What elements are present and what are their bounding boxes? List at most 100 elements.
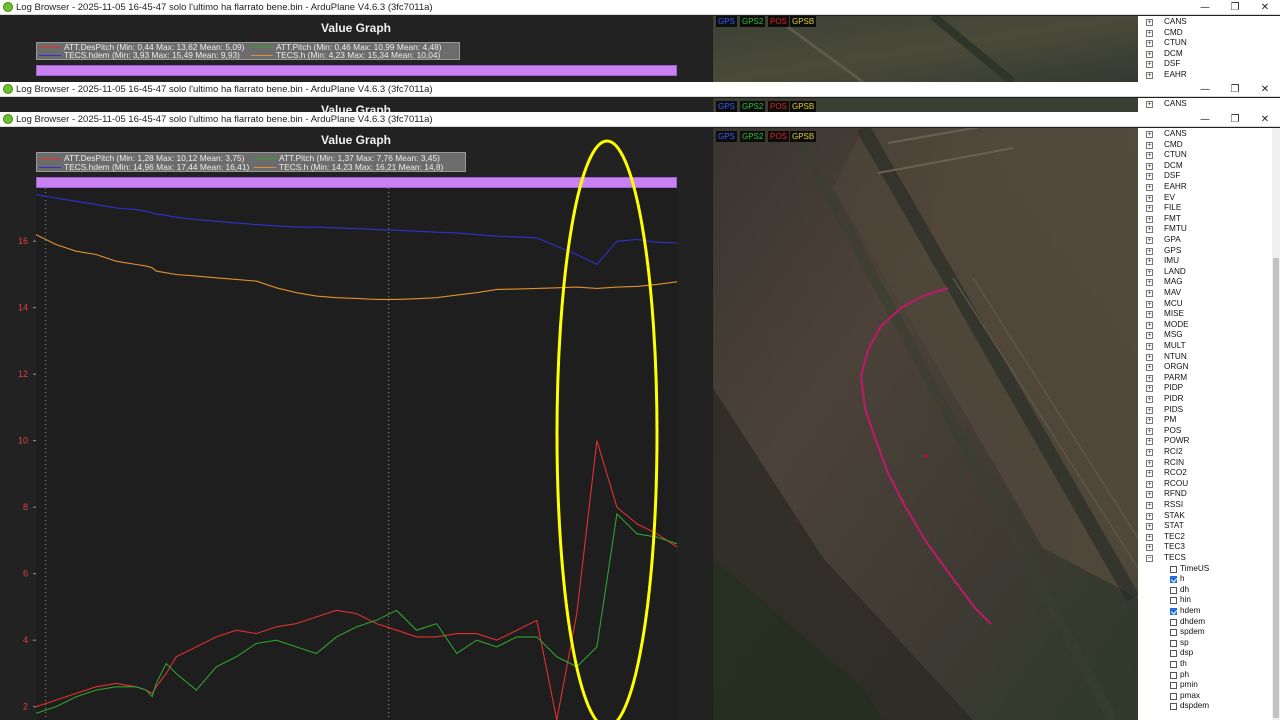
- zoom-range-bar[interactable]: [36, 177, 677, 188]
- field-checkbox[interactable]: [1170, 576, 1177, 584]
- close-button[interactable]: ✕: [1250, 82, 1280, 97]
- field-checkbox[interactable]: [1170, 639, 1177, 647]
- expand-icon[interactable]: +: [1146, 523, 1153, 531]
- field-checkbox[interactable]: [1170, 586, 1177, 594]
- expand-icon[interactable]: +: [1146, 205, 1153, 213]
- zoom-range-bar[interactable]: [36, 65, 677, 76]
- field-checkbox[interactable]: [1170, 692, 1177, 700]
- expand-icon[interactable]: +: [1146, 470, 1153, 478]
- pos-tag[interactable]: POS: [768, 101, 789, 112]
- expand-icon[interactable]: +: [1146, 438, 1153, 446]
- expand-icon[interactable]: +: [1146, 533, 1153, 541]
- expand-icon[interactable]: +: [1146, 332, 1153, 340]
- expand-icon[interactable]: +: [1146, 321, 1153, 329]
- expand-icon[interactable]: +: [1146, 396, 1153, 403]
- maximize-button[interactable]: ❐: [1220, 0, 1250, 15]
- expand-icon[interactable]: +: [1146, 184, 1153, 191]
- gpsb-tag[interactable]: GPSB: [790, 16, 817, 27]
- gps2-tag[interactable]: GPS2: [740, 101, 766, 112]
- expand-icon[interactable]: +: [1146, 491, 1153, 499]
- expand-icon[interactable]: +: [1146, 480, 1153, 488]
- map-view-middle[interactable]: GPS GPS2 POS GPSB: [713, 98, 1138, 112]
- expand-icon[interactable]: +: [1146, 300, 1153, 308]
- minimize-button[interactable]: —: [1190, 82, 1220, 97]
- minimize-button[interactable]: —: [1190, 0, 1220, 15]
- expand-icon[interactable]: +: [1146, 417, 1153, 425]
- gps2-tag[interactable]: GPS2: [740, 131, 766, 142]
- expand-icon[interactable]: +: [1146, 406, 1153, 414]
- expand-icon[interactable]: +: [1146, 194, 1153, 202]
- expand-icon[interactable]: +: [1146, 268, 1153, 276]
- expand-icon[interactable]: +: [1146, 61, 1153, 69]
- window-titlebar-middle[interactable]: Log Browser - 2025-11-05 16-45-47 solo l…: [0, 82, 1280, 97]
- map-view-top[interactable]: GPS GPS2 POS GPSB: [713, 16, 1138, 82]
- expand-icon[interactable]: +: [1146, 29, 1153, 37]
- value-graph-middle[interactable]: Value Graph: [0, 98, 712, 112]
- expand-icon[interactable]: +: [1146, 279, 1153, 287]
- close-button[interactable]: ✕: [1250, 112, 1280, 127]
- gps-tag[interactable]: GPS: [716, 101, 737, 112]
- minimize-button[interactable]: —: [1190, 112, 1220, 127]
- expand-icon[interactable]: +: [1146, 258, 1153, 266]
- expand-icon[interactable]: −: [1146, 555, 1153, 562]
- pos-tag[interactable]: POS: [768, 16, 789, 27]
- expand-icon[interactable]: +: [1146, 343, 1153, 350]
- gps-tag[interactable]: GPS: [716, 131, 737, 142]
- maximize-button[interactable]: ❐: [1220, 82, 1250, 97]
- field-checkbox[interactable]: [1170, 661, 1177, 668]
- gps-tag[interactable]: GPS: [716, 16, 737, 27]
- close-button[interactable]: ✕: [1250, 0, 1280, 15]
- expand-icon[interactable]: +: [1146, 311, 1153, 319]
- field-checkbox[interactable]: [1170, 671, 1177, 679]
- expand-icon[interactable]: +: [1146, 72, 1153, 79]
- expand-icon[interactable]: +: [1146, 152, 1153, 160]
- expand-icon[interactable]: +: [1146, 290, 1153, 297]
- window-titlebar-main[interactable]: Log Browser - 2025-11-05 16-45-47 solo l…: [0, 112, 1280, 127]
- maximize-button[interactable]: ❐: [1220, 112, 1250, 127]
- expand-icon[interactable]: +: [1146, 353, 1153, 361]
- message-tree-top[interactable]: + CANS + CMD + CTUN + DCM + DSF + EAHR: [1138, 16, 1280, 82]
- expand-icon[interactable]: +: [1146, 173, 1153, 181]
- expand-icon[interactable]: +: [1146, 385, 1153, 393]
- line-chart[interactable]: 16 14 12 10 8 6 4 2: [0, 188, 712, 720]
- expand-icon[interactable]: +: [1146, 40, 1153, 48]
- value-graph-top[interactable]: Value Graph ATT.DesPitch (Min: 0,44 Max:…: [0, 16, 712, 82]
- message-tree-main[interactable]: + CANS + CMD + CTUN + DCM + DSF + EAHR + EV + FILE + FMT +…: [1138, 128, 1280, 720]
- gps2-tag[interactable]: GPS2: [740, 16, 766, 27]
- pos-tag[interactable]: POS: [768, 131, 789, 142]
- expand-icon[interactable]: +: [1146, 364, 1153, 372]
- message-tree-middle[interactable]: + CANS: [1138, 98, 1280, 112]
- expand-icon[interactable]: +: [1146, 131, 1153, 138]
- expand-icon[interactable]: +: [1146, 427, 1153, 435]
- expand-icon[interactable]: +: [1146, 502, 1153, 509]
- expand-icon[interactable]: +: [1146, 544, 1153, 552]
- map-view-main[interactable]: GPS GPS2 POS GPSB: [713, 128, 1138, 720]
- expand-icon[interactable]: +: [1146, 247, 1153, 255]
- scrollbar-thumb[interactable]: [1273, 258, 1279, 718]
- field-checkbox[interactable]: [1170, 597, 1177, 605]
- field-checkbox[interactable]: [1170, 565, 1177, 573]
- expand-icon[interactable]: +: [1146, 50, 1153, 58]
- expand-icon[interactable]: +: [1146, 459, 1153, 467]
- window-titlebar-top[interactable]: Log Browser - 2025-11-05 16-45-47 solo l…: [0, 0, 1280, 15]
- expand-icon[interactable]: +: [1146, 19, 1153, 26]
- gpsb-tag[interactable]: GPSB: [790, 131, 817, 142]
- expand-icon[interactable]: +: [1146, 162, 1153, 170]
- field-checkbox[interactable]: [1170, 618, 1177, 626]
- expand-icon[interactable]: +: [1146, 237, 1153, 244]
- field-checkbox[interactable]: [1170, 650, 1177, 658]
- tree-scrollbar[interactable]: [1272, 128, 1280, 720]
- field-checkbox[interactable]: [1170, 629, 1177, 637]
- field-checkbox[interactable]: [1170, 682, 1177, 690]
- field-checkbox[interactable]: [1170, 608, 1177, 615]
- expand-icon[interactable]: +: [1146, 449, 1153, 456]
- value-graph-main[interactable]: Value Graph ATT.DesPitch (Min: 1,28 Max:…: [0, 128, 712, 720]
- expand-icon[interactable]: +: [1146, 141, 1153, 149]
- expand-icon[interactable]: +: [1146, 512, 1153, 520]
- expand-icon[interactable]: +: [1146, 101, 1153, 108]
- expand-icon[interactable]: +: [1146, 226, 1153, 234]
- gpsb-tag[interactable]: GPSB: [790, 101, 817, 112]
- field-checkbox[interactable]: [1170, 703, 1177, 711]
- expand-icon[interactable]: +: [1146, 215, 1153, 223]
- expand-icon[interactable]: +: [1146, 374, 1153, 382]
